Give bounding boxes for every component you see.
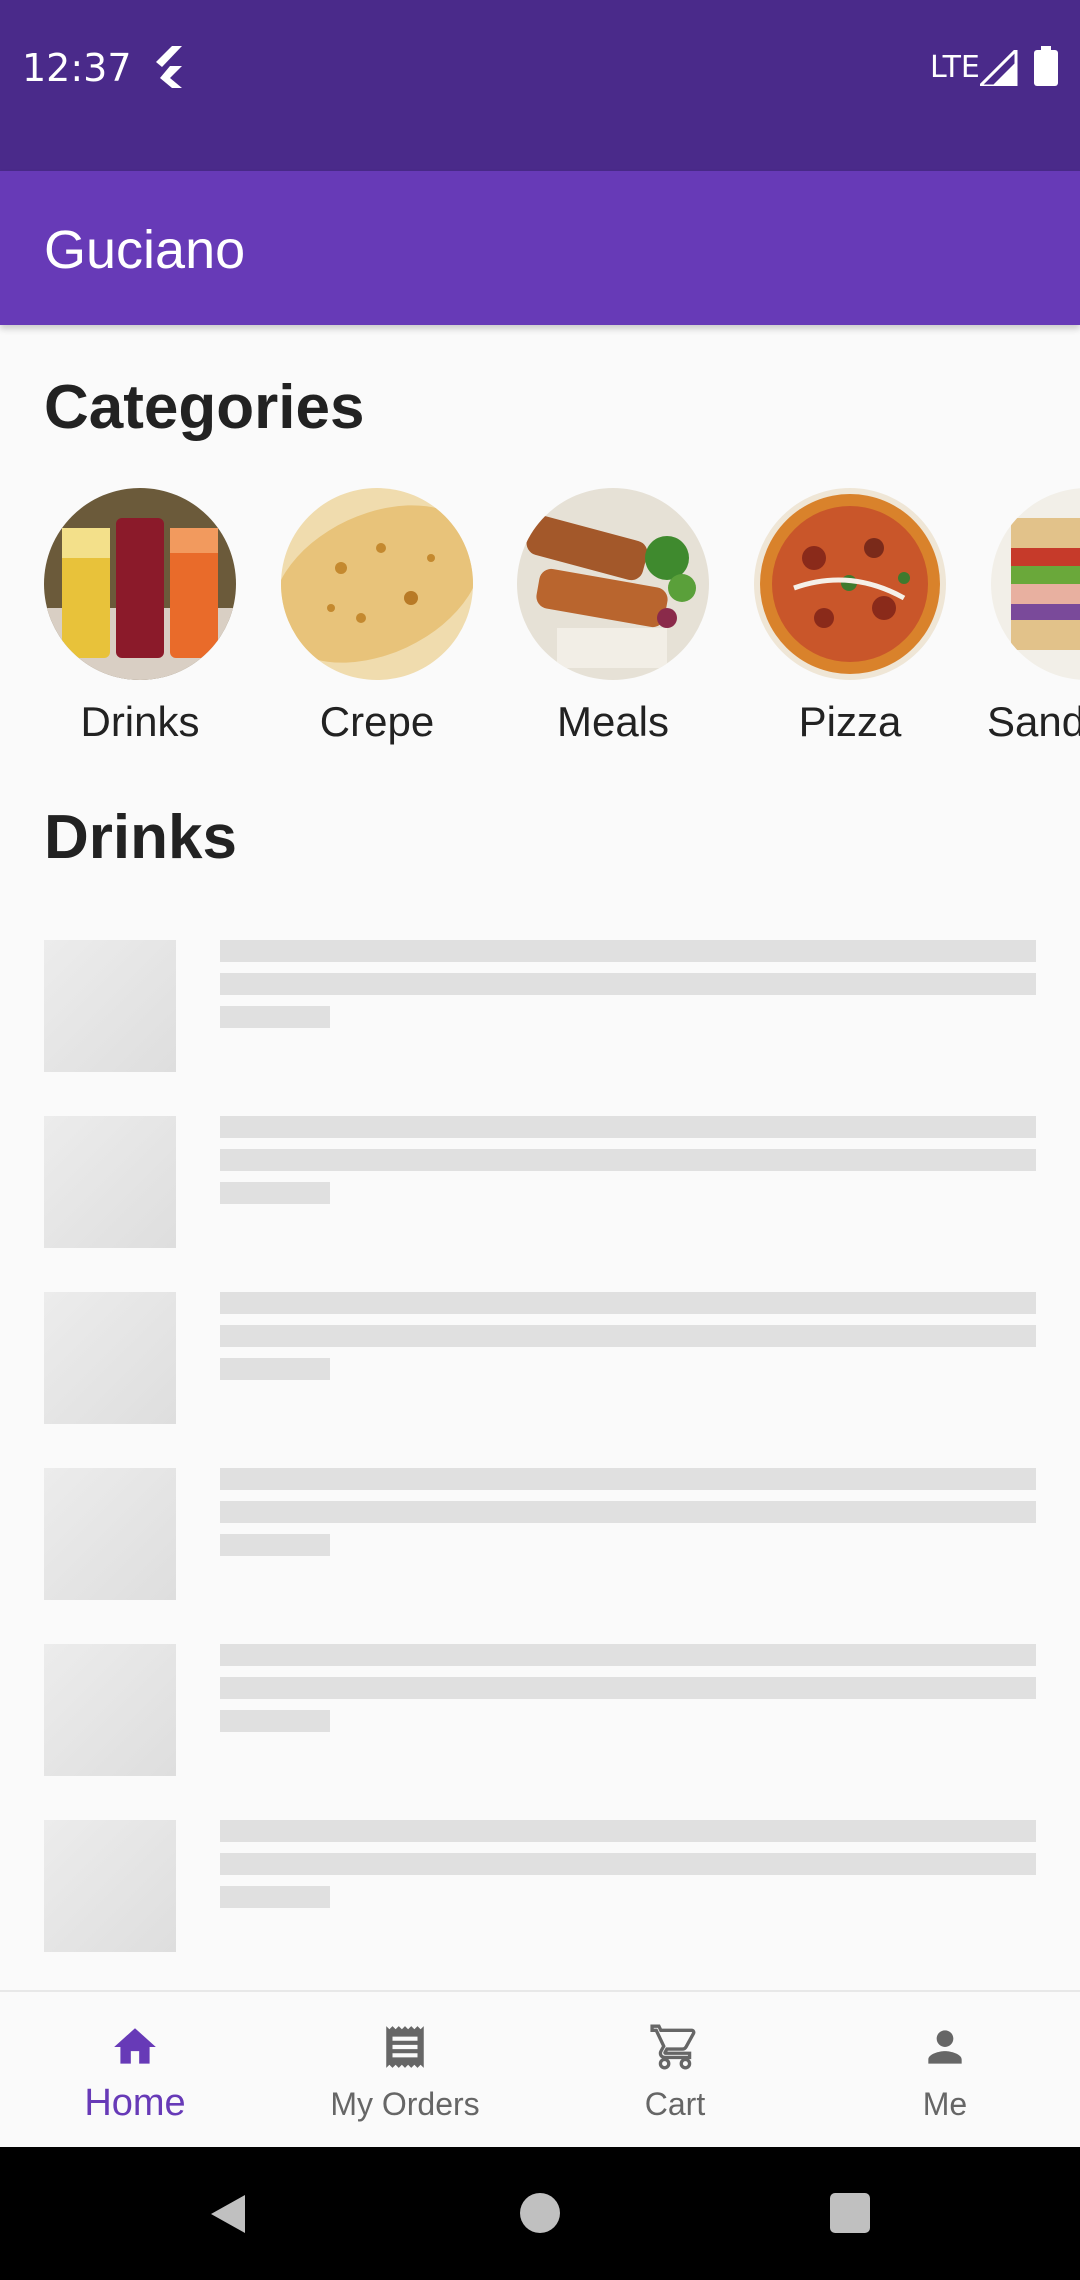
signal-icon <box>980 50 1018 86</box>
category-meals[interactable]: Meals <box>513 488 713 746</box>
placeholder-thumbnail <box>44 940 176 1072</box>
placeholder-line <box>220 973 1036 995</box>
placeholder-line <box>220 1292 1036 1314</box>
placeholder-line <box>220 1358 330 1380</box>
placeholder-line <box>220 1149 1036 1171</box>
placeholder-line <box>220 1853 1036 1875</box>
home-icon <box>114 2028 156 2064</box>
placeholder-line <box>220 1006 330 1028</box>
cart-icon <box>650 2024 696 2070</box>
placeholder-line <box>220 1116 1036 1138</box>
category-label: Sandwiches <box>987 698 1080 745</box>
app-title: Guciano <box>44 220 246 280</box>
section-heading: Drinks <box>44 803 237 872</box>
placeholder-line <box>220 1886 330 1908</box>
network-type: LTE <box>930 50 980 85</box>
category-crepe[interactable]: Crepe <box>277 488 477 746</box>
status-bar: 12:37 LTE <box>0 0 1080 171</box>
loading-placeholder-row <box>44 1292 1036 1424</box>
placeholder-line <box>220 1677 1036 1699</box>
nav-label: Home <box>84 2082 186 2124</box>
categories-list[interactable]: Drinks Crepe Meals Pizza Sand <box>0 488 1080 758</box>
nav-cart[interactable]: Cart <box>540 1992 810 2149</box>
loading-placeholder-row <box>44 1820 1036 1952</box>
back-icon[interactable] <box>205 2191 251 2237</box>
flutter-icon <box>156 46 182 88</box>
categories-heading: Categories <box>44 373 365 442</box>
nav-my-orders[interactable]: My Orders <box>270 1992 540 2149</box>
placeholder-line <box>220 1710 330 1732</box>
placeholder-thumbnail <box>44 1292 176 1424</box>
receipt-icon <box>386 2026 424 2068</box>
nav-me[interactable]: Me <box>810 1992 1080 2149</box>
category-pizza[interactable]: Pizza <box>750 488 950 746</box>
placeholder-thumbnail <box>44 1644 176 1776</box>
placeholder-line <box>220 1325 1036 1347</box>
category-sandwiches[interactable]: Sandwiches <box>987 488 1080 746</box>
nav-label: Me <box>922 2086 968 2122</box>
placeholder-line <box>220 1644 1036 1666</box>
drinks-image <box>44 488 236 680</box>
placeholder-line <box>220 1501 1036 1523</box>
nav-label: My Orders <box>330 2086 480 2122</box>
category-label: Crepe <box>319 698 435 745</box>
placeholder-line <box>220 940 1036 962</box>
placeholder-line <box>220 1534 330 1556</box>
category-label: Pizza <box>798 698 902 745</box>
system-navigation-bar <box>0 2147 1080 2280</box>
loading-placeholder-row <box>44 1644 1036 1776</box>
battery-icon <box>1034 46 1058 86</box>
app-bar: Guciano <box>0 171 1080 325</box>
loading-placeholder-row <box>44 1468 1036 1600</box>
sandwiches-image <box>991 488 1080 680</box>
placeholder-line <box>220 1468 1036 1490</box>
category-label: Meals <box>556 698 670 745</box>
placeholder-line <box>220 1182 330 1204</box>
placeholder-line <box>220 1820 1036 1842</box>
home-button-icon[interactable] <box>520 2193 560 2233</box>
category-label: Drinks <box>80 698 200 745</box>
recent-apps-icon[interactable] <box>830 2193 870 2233</box>
nav-home[interactable]: Home <box>0 1992 270 2149</box>
pizza-image <box>754 488 946 680</box>
meals-image <box>517 488 709 680</box>
person-icon <box>928 2030 962 2064</box>
loading-placeholder-row <box>44 940 1036 1072</box>
bottom-navigation: Home My Orders Cart Me <box>0 1990 1080 2147</box>
placeholder-thumbnail <box>44 1820 176 1952</box>
nav-label: Cart <box>644 2086 706 2122</box>
status-time: 12:37 <box>22 46 132 90</box>
placeholder-thumbnail <box>44 1468 176 1600</box>
placeholder-thumbnail <box>44 1116 176 1248</box>
crepe-image <box>281 488 473 680</box>
loading-placeholder-row <box>44 1116 1036 1248</box>
category-drinks[interactable]: Drinks <box>40 488 240 746</box>
